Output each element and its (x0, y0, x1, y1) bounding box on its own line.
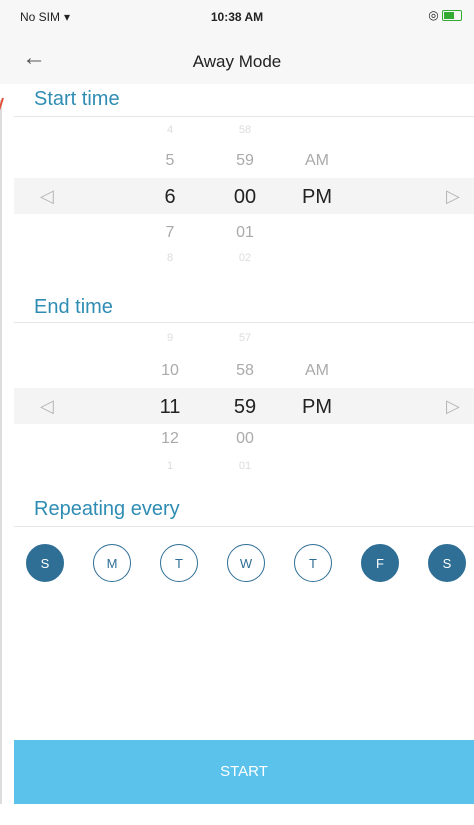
minute-option[interactable]: 00 (220, 430, 270, 448)
status-bar: No SIM ▾ 10:38 AM ◎ (0, 0, 474, 36)
hour-option[interactable]: 1 (150, 460, 190, 472)
hour-option[interactable]: 8 (150, 252, 190, 264)
bottom-spacer (0, 804, 474, 825)
divider (14, 322, 474, 323)
end-time-picker[interactable]: ◁ ▷ 9 10 11 12 1 57 58 59 00 01 AM PM (0, 326, 474, 476)
minute-option[interactable]: 59 (220, 152, 270, 170)
ampm-option[interactable]: AM (292, 362, 342, 380)
hour-selected[interactable]: 6 (150, 186, 190, 209)
ampm-option[interactable]: AM (292, 152, 342, 170)
hour-selected[interactable]: 11 (150, 396, 190, 419)
day-monday[interactable]: M (93, 544, 131, 582)
day-wednesday[interactable]: W (227, 544, 265, 582)
battery-icon: ◎ (428, 8, 462, 22)
hour-option[interactable]: 12 (150, 430, 190, 448)
page-title: Away Mode (192, 52, 282, 71)
start-time-picker[interactable]: ◁ ▷ 4 5 6 7 8 58 59 00 01 02 AM PM (0, 118, 474, 268)
day-thursday[interactable]: T (294, 544, 332, 582)
caret-right-icon[interactable]: ▷ (446, 396, 460, 417)
hour-option[interactable]: 10 (150, 362, 190, 380)
day-tuesday[interactable]: T (160, 544, 198, 582)
minute-option[interactable]: 02 (220, 252, 270, 264)
hour-option[interactable]: 9 (150, 332, 190, 344)
repeat-title: Repeating every (34, 498, 180, 520)
divider (14, 526, 474, 527)
end-time-title: End time (34, 296, 113, 318)
minute-option[interactable]: 01 (220, 224, 270, 242)
status-time: 10:38 AM (210, 10, 264, 24)
caret-left-icon[interactable]: ◁ (40, 396, 54, 417)
day-sunday[interactable]: S (26, 544, 64, 582)
minute-option[interactable]: 58 (220, 362, 270, 380)
start-time-title: Start time (34, 88, 120, 110)
start-button[interactable]: START (14, 740, 474, 804)
nav-bar: ← Away Mode (0, 36, 474, 84)
day-friday[interactable]: F (361, 544, 399, 582)
day-selector: S M T W T F S (0, 544, 474, 590)
day-saturday[interactable]: S (428, 544, 466, 582)
minute-selected[interactable]: 00 (220, 186, 270, 209)
hour-option[interactable]: 4 (150, 124, 190, 136)
hour-option[interactable]: 7 (150, 224, 190, 242)
caret-left-icon[interactable]: ◁ (40, 186, 54, 207)
hour-option[interactable]: 5 (150, 152, 190, 170)
minute-option[interactable]: 01 (220, 460, 270, 472)
divider (14, 116, 474, 117)
ampm-selected[interactable]: PM (292, 186, 342, 209)
minute-selected[interactable]: 59 (220, 396, 270, 419)
caret-right-icon[interactable]: ▷ (446, 186, 460, 207)
ampm-selected[interactable]: PM (292, 396, 342, 419)
minute-option[interactable]: 58 (220, 124, 270, 136)
minute-option[interactable]: 57 (220, 332, 270, 344)
